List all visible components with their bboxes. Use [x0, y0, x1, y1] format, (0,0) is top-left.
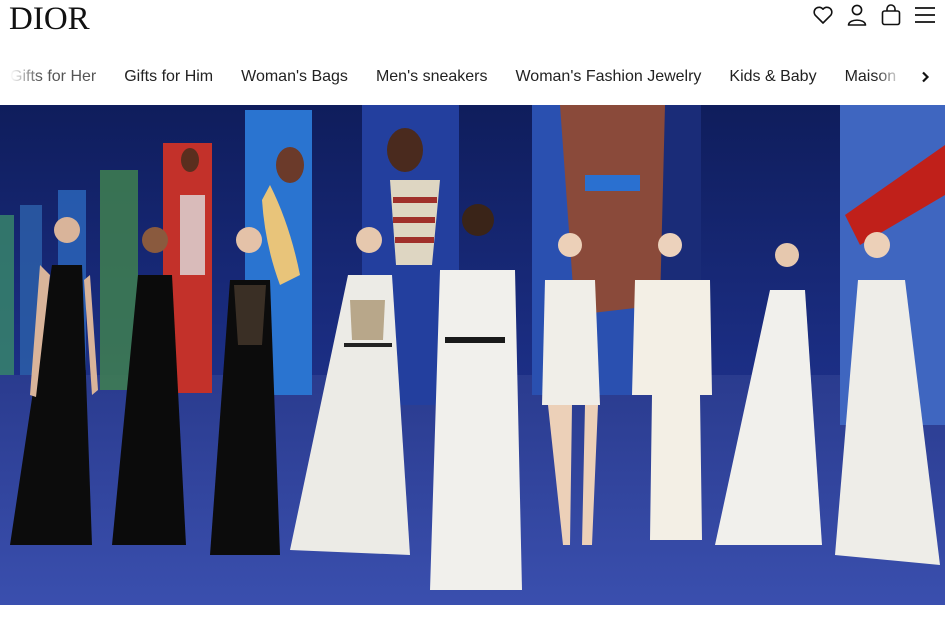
category-nav: Gifts for Her Gifts for Him Woman's Bags… [0, 56, 945, 98]
category-nav-track: Gifts for Her Gifts for Him Woman's Bags… [10, 56, 924, 98]
nav-item-womans-bags[interactable]: Woman's Bags [241, 68, 348, 86]
nav-item-gifts-for-her[interactable]: Gifts for Her [10, 68, 96, 86]
nav-item-womans-fashion-jewelry[interactable]: Woman's Fashion Jewelry [515, 68, 701, 86]
dior-logo[interactable]: DIOR [9, 1, 90, 38]
header-icons [811, 2, 937, 28]
shopping-bag-icon[interactable] [879, 3, 903, 27]
nav-item-kids-baby[interactable]: Kids & Baby [729, 68, 816, 86]
heart-icon[interactable] [811, 3, 835, 27]
hero-image [0, 105, 945, 605]
menu-icon[interactable] [913, 3, 937, 27]
nav-item-mens-sneakers[interactable]: Men's sneakers [376, 68, 488, 86]
account-icon[interactable] [845, 3, 869, 27]
site-header: DIOR [0, 0, 945, 48]
nav-item-gifts-for-him[interactable]: Gifts for Him [124, 68, 213, 86]
runway-illustration [0, 105, 945, 605]
chevron-right-icon[interactable] [913, 65, 937, 89]
